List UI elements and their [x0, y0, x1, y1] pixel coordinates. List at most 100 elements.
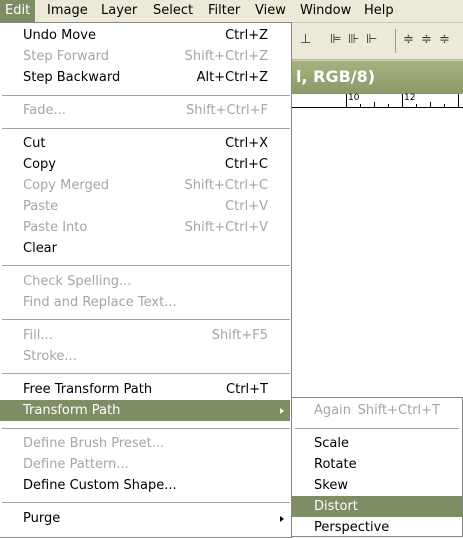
submenu-item-again: Again Shift+Ctrl+T — [292, 400, 462, 421]
ruler-tick — [430, 102, 431, 107]
menu-item-label: Perspective — [314, 520, 390, 535]
menu-item-shortcut: Ctrl+Z — [225, 28, 268, 43]
ruler-tick — [458, 94, 459, 107]
menu-separator — [2, 265, 290, 266]
menu-item-label: Clear — [23, 241, 57, 256]
distribute-top-icon[interactable]: ≑ — [403, 32, 414, 47]
menu-item-label: Distort — [314, 499, 358, 514]
distribute-center-icon[interactable]: ≑ — [421, 32, 432, 47]
document-title-bar: l, RGB/8) — [290, 60, 463, 94]
document-title: l, RGB/8) — [296, 67, 376, 86]
menu-item-label: Fade... — [23, 103, 66, 118]
ruler-tick — [416, 104, 417, 107]
menu-item-label: Define Custom Shape... — [23, 478, 177, 493]
menu-item-label: Transform Path — [23, 403, 121, 418]
menu-item-check-spelling: Check Spelling... — [0, 271, 290, 292]
menu-filter[interactable]: Filter — [203, 0, 245, 22]
menu-item-label: Paste Into — [23, 220, 88, 235]
menu-item-label: Step Forward — [23, 49, 110, 64]
horizontal-ruler: 10 12 — [290, 94, 463, 108]
menu-item-clear[interactable]: Clear — [0, 238, 290, 259]
menu-item-define-pattern: Define Pattern... — [0, 454, 290, 475]
align-left-icon[interactable]: ⊫ — [330, 32, 341, 47]
align-center-icon[interactable]: ⊪ — [348, 32, 359, 47]
menu-item-label: Step Backward — [23, 70, 121, 85]
menu-item-label: Skew — [314, 478, 348, 493]
menu-item-transform-path[interactable]: Transform Path — [0, 400, 290, 421]
menu-item-fill: Fill... Shift+F5 — [0, 325, 290, 346]
ruler-tick — [388, 104, 389, 107]
ruler-label: 10 — [348, 93, 360, 103]
ruler-tick — [360, 104, 361, 107]
menu-item-label: Stroke... — [23, 349, 77, 364]
menu-separator — [2, 502, 290, 503]
menu-edit[interactable]: Edit — [0, 0, 36, 22]
menu-item-shortcut: Ctrl+T — [226, 382, 268, 397]
menu-item-shortcut: Shift+Ctrl+F — [186, 103, 268, 118]
align-bottom-icon[interactable]: ⊥ — [300, 32, 311, 47]
menu-item-shortcut: Shift+Ctrl+C — [184, 178, 268, 193]
menu-item-label: Rotate — [314, 457, 357, 472]
menu-bar: Edit Image Layer Select Filter View Wind… — [0, 0, 463, 23]
menu-item-paste: Paste Ctrl+V — [0, 196, 290, 217]
menu-item-define-custom-shape[interactable]: Define Custom Shape... — [0, 475, 290, 496]
options-toolbar: ⊥ ⊫ ⊪ ⊩ ≑ ≑ ≑ — [290, 23, 463, 60]
submenu-arrow-icon — [280, 516, 284, 522]
menu-separator — [2, 428, 290, 429]
menu-item-label: Copy — [23, 157, 56, 172]
ruler-tick — [374, 102, 375, 107]
toolbar-divider — [395, 29, 396, 53]
menu-view[interactable]: View — [250, 0, 291, 22]
submenu-item-perspective[interactable]: Perspective — [292, 517, 462, 538]
menu-image[interactable]: Image — [42, 0, 93, 22]
menu-item-define-brush-preset: Define Brush Preset... — [0, 433, 290, 454]
submenu-item-distort[interactable]: Distort — [292, 496, 462, 517]
menu-item-label: Free Transform Path — [23, 382, 153, 397]
menu-window[interactable]: Window — [295, 0, 356, 22]
transform-path-submenu: Again Shift+Ctrl+T Scale Rotate Skew Dis… — [291, 397, 463, 537]
menu-item-label: Find and Replace Text... — [23, 295, 177, 310]
menu-item-copy[interactable]: Copy Ctrl+C — [0, 154, 290, 175]
menu-item-stroke: Stroke... — [0, 346, 290, 367]
menu-item-cut[interactable]: Cut Ctrl+X — [0, 133, 290, 154]
menu-item-shortcut: Ctrl+X — [225, 136, 268, 151]
menu-item-shortcut: Ctrl+C — [224, 157, 268, 172]
menu-item-shortcut: Alt+Ctrl+Z — [196, 70, 268, 85]
menu-item-free-transform-path[interactable]: Free Transform Path Ctrl+T — [0, 379, 290, 400]
menu-item-label: Again — [314, 403, 351, 418]
menu-item-fade: Fade... Shift+Ctrl+F — [0, 100, 290, 121]
menu-item-step-backward[interactable]: Step Backward Alt+Ctrl+Z — [0, 67, 290, 88]
submenu-item-scale[interactable]: Scale — [292, 433, 462, 454]
menu-layer[interactable]: Layer — [96, 0, 142, 22]
menu-item-purge[interactable]: Purge — [0, 508, 290, 529]
menu-item-shortcut: Ctrl+V — [225, 199, 268, 214]
menu-item-label: Paste — [23, 199, 59, 214]
ruler-label: 12 — [404, 93, 416, 103]
menu-item-label: Purge — [23, 511, 61, 526]
menu-item-shortcut: Shift+Ctrl+Z — [184, 49, 268, 64]
menu-select[interactable]: Select — [148, 0, 198, 22]
submenu-arrow-icon — [280, 408, 284, 414]
edit-menu: Undo Move Ctrl+Z Step Forward Shift+Ctrl… — [0, 22, 292, 538]
menu-item-label: Copy Merged — [23, 178, 109, 193]
menu-item-copy-merged: Copy Merged Shift+Ctrl+C — [0, 175, 290, 196]
menu-separator — [2, 373, 290, 374]
submenu-item-skew[interactable]: Skew — [292, 475, 462, 496]
menu-separator — [2, 128, 290, 129]
ruler-tick — [402, 94, 403, 107]
menu-item-step-forward: Step Forward Shift+Ctrl+Z — [0, 46, 290, 67]
menu-item-label: Fill... — [23, 328, 53, 343]
menu-help[interactable]: Help — [359, 0, 399, 22]
menu-item-label: Define Pattern... — [23, 457, 129, 472]
menu-item-undo-move[interactable]: Undo Move Ctrl+Z — [0, 25, 290, 46]
menu-separator — [2, 95, 290, 96]
ruler-tick — [444, 104, 445, 107]
distribute-bottom-icon[interactable]: ≑ — [439, 32, 450, 47]
menu-item-label: Check Spelling... — [23, 274, 132, 289]
menu-separator — [2, 319, 290, 320]
menu-separator — [295, 428, 459, 429]
align-right-icon[interactable]: ⊩ — [366, 32, 377, 47]
submenu-item-rotate[interactable]: Rotate — [292, 454, 462, 475]
ruler-tick — [346, 94, 347, 107]
menu-item-paste-into: Paste Into Shift+Ctrl+V — [0, 217, 290, 238]
